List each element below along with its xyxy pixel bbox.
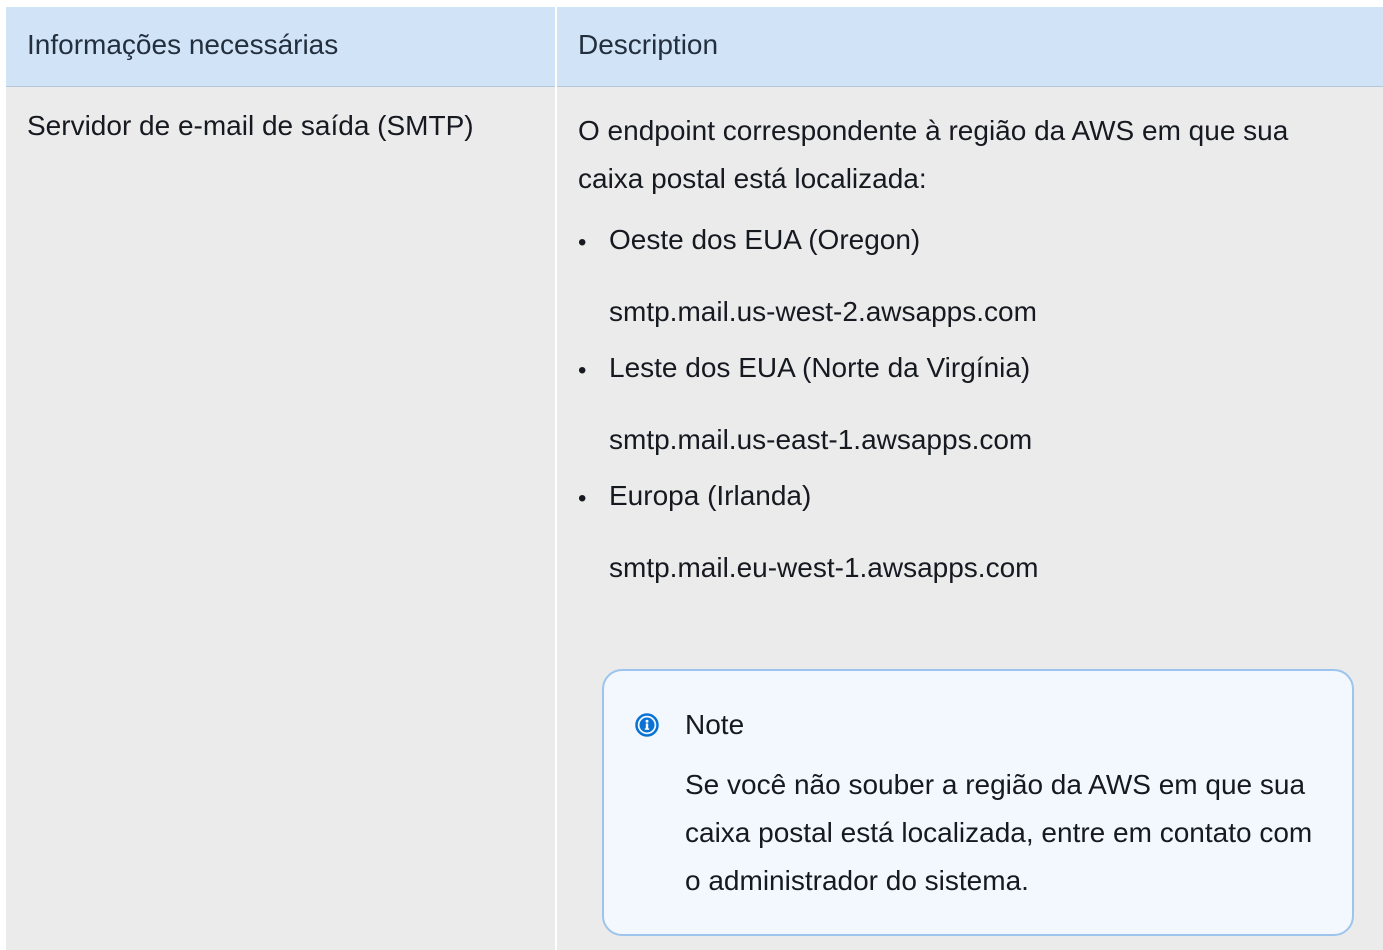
note-callout: Note Se você não souber a região da AWS …: [602, 669, 1354, 936]
row-description: O endpoint correspondente à região da AW…: [578, 107, 1358, 589]
region-list: • Oeste dos EUA (Oregon) smtp.mail.us-we…: [578, 219, 1358, 589]
list-item: • Europa (Irlanda) smtp.mail.eu-west-1.a…: [578, 475, 1358, 589]
bullet-icon: •: [578, 229, 587, 256]
region-name: Europa (Irlanda): [609, 480, 812, 511]
column-header-description: Description: [578, 29, 719, 60]
region-endpoint: smtp.mail.us-west-2.awsapps.com: [609, 296, 1037, 327]
list-item: • Leste dos EUA (Norte da Virgínia) smtp…: [578, 347, 1358, 461]
region-endpoint: smtp.mail.eu-west-1.awsapps.com: [609, 552, 1039, 583]
region-name: Oeste dos EUA (Oregon): [609, 224, 921, 255]
region-endpoint: smtp.mail.us-east-1.awsapps.com: [609, 424, 1033, 455]
column-divider: [555, 7, 557, 950]
bullet-icon: •: [578, 485, 587, 512]
list-item: • Oeste dos EUA (Oregon) smtp.mail.us-we…: [578, 219, 1358, 333]
table-header-row: Informações necessárias Description: [6, 7, 1383, 87]
info-icon: [635, 713, 659, 737]
note-body: Se você não souber a região da AWS em qu…: [685, 769, 1313, 896]
description-intro: O endpoint correspondente à região da AW…: [578, 115, 1289, 194]
row-field-name: Servidor de e-mail de saída (SMTP): [27, 110, 474, 141]
column-header-required-info: Informações necessárias: [27, 29, 339, 60]
region-name: Leste dos EUA (Norte da Virgínia): [609, 352, 1031, 383]
bullet-icon: •: [578, 357, 587, 384]
note-title: Note: [685, 709, 745, 740]
